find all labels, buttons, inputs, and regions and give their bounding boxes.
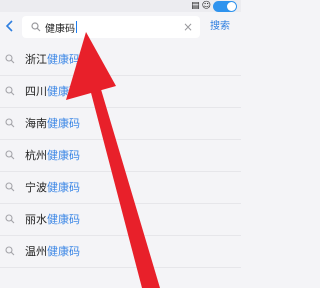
suggestion-prefix: 四川 <box>25 85 47 98</box>
suggestion-highlight: 健康码 <box>47 53 80 66</box>
notebook-icon: ▤ <box>191 1 200 11</box>
chevron-left-icon <box>5 20 13 32</box>
suggestion-prefix: 丽水 <box>25 213 47 226</box>
status-strip: ▤ ☺ <box>0 0 241 12</box>
search-icon <box>3 180 17 194</box>
suggestion-highlight: 健康码 <box>47 245 80 258</box>
search-icon <box>28 16 44 38</box>
search-icon <box>3 116 17 130</box>
suggestion-highlight: 健康码 <box>47 85 80 98</box>
search-bar: 健康码 × 搜索 <box>0 12 241 42</box>
suggestion-highlight: 健康码 <box>47 181 80 194</box>
search-icon <box>3 52 17 66</box>
search-button[interactable]: 搜索 <box>210 16 230 38</box>
suggestion-prefix: 海南 <box>25 117 47 130</box>
suggestion-text: 杭州健康码 <box>25 140 80 172</box>
suggestion-highlight: 健康码 <box>47 117 80 130</box>
suggestion-list: 浙江健康码 四川健康码 海南健康码 杭州健康码 宁波健康码 丽水健康码 温州健康… <box>0 44 241 268</box>
suggestion-item[interactable]: 海南健康码 <box>0 108 241 140</box>
suggestion-item[interactable]: 浙江健康码 <box>0 44 241 76</box>
suggestion-item[interactable]: 宁波健康码 <box>0 172 241 204</box>
suggestion-text: 四川健康码 <box>25 76 80 108</box>
suggestion-text: 宁波健康码 <box>25 172 80 204</box>
search-input[interactable]: 健康码 × <box>22 16 200 38</box>
suggestion-prefix: 宁波 <box>25 181 47 194</box>
suggestion-item[interactable]: 丽水健康码 <box>0 204 241 236</box>
back-button[interactable] <box>2 15 18 37</box>
suggestion-item[interactable]: 杭州健康码 <box>0 140 241 172</box>
search-input-value: 健康码 <box>45 23 75 35</box>
suggestion-prefix: 杭州 <box>25 149 47 162</box>
search-icon <box>3 212 17 226</box>
search-icon <box>3 148 17 162</box>
suggestion-prefix: 浙江 <box>25 53 47 66</box>
search-icon <box>3 84 17 98</box>
suggestion-text: 丽水健康码 <box>25 204 80 236</box>
suggestion-text: 浙江健康码 <box>25 44 80 76</box>
face-icon: ☺ <box>201 1 211 11</box>
suggestion-highlight: 健康码 <box>47 149 80 162</box>
search-icon <box>3 244 17 258</box>
suggestion-highlight: 健康码 <box>47 213 80 226</box>
status-icons: ▤ ☺ <box>191 0 237 12</box>
text-cursor <box>76 21 77 33</box>
suggestion-item[interactable]: 四川健康码 <box>0 76 241 108</box>
clear-icon[interactable]: × <box>183 16 193 38</box>
toggle-switch[interactable] <box>213 0 237 12</box>
suggestion-text: 温州健康码 <box>25 236 80 268</box>
suggestion-text: 海南健康码 <box>25 108 80 140</box>
suggestion-item[interactable]: 温州健康码 <box>0 236 241 268</box>
suggestion-prefix: 温州 <box>25 245 47 258</box>
